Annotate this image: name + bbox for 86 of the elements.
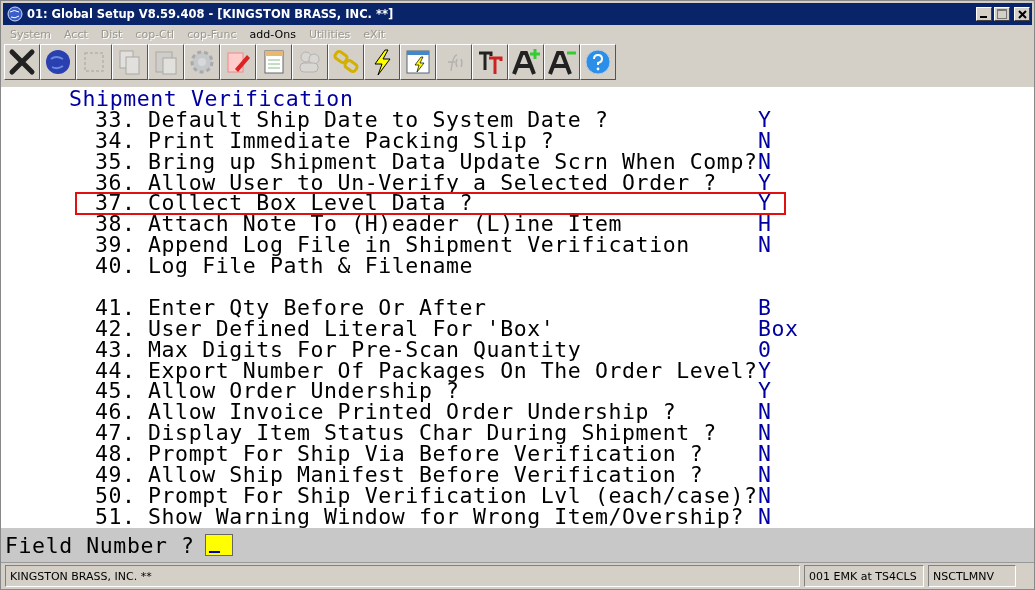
- globe-icon: [7, 6, 23, 22]
- setting-label: Allow User to Un-Verify a Selected Order ?: [148, 172, 717, 194]
- field-number: 34.: [95, 130, 137, 152]
- setting-value: Y: [758, 193, 772, 215]
- window-bolt-icon: [403, 47, 433, 77]
- setting-value: Y: [758, 172, 772, 194]
- toolbar-link-button[interactable]: [328, 44, 364, 80]
- setting-label: Prompt For Ship Verification Lvl (each/case)?: [148, 485, 758, 507]
- setting-value: N: [758, 444, 772, 466]
- field-number: 40.: [95, 256, 137, 278]
- prompt-label: Field Number ?: [5, 532, 195, 558]
- field-number: 47.: [95, 423, 137, 445]
- minimize-button[interactable]: [976, 7, 992, 21]
- field-number: 45.: [95, 381, 137, 403]
- status-panel: 001 EMK at TS4CLS: [804, 565, 924, 587]
- font-bigger-icon: [511, 47, 541, 77]
- field-number: 37.: [95, 193, 137, 215]
- setting-label: Enter Qty Before Or After: [148, 297, 488, 319]
- setting-label: Print Immediate Packing Slip ?: [148, 130, 556, 152]
- toolbar-font-smaller-button[interactable]: [544, 44, 580, 80]
- toolbar-bolt-button[interactable]: [364, 44, 400, 80]
- close-icon: [1017, 9, 1027, 19]
- toolbar-help-button[interactable]: [580, 44, 616, 80]
- toolbar-window-bolt-button[interactable]: [400, 44, 436, 80]
- field-number: 42.: [95, 318, 137, 340]
- field-number: 48.: [95, 444, 137, 466]
- field-number: 51.: [95, 506, 137, 528]
- setting-label: Export Number Of Packages On The Order Level?: [148, 360, 758, 382]
- setting-label: Prompt For Ship Via Before Verification ?: [148, 444, 705, 466]
- field-number: 33.: [95, 109, 136, 131]
- setting-value: Y: [758, 109, 772, 131]
- setting-value: Box: [758, 318, 799, 340]
- close-icon: [7, 47, 37, 77]
- setting-label: Allow Order Undership ?: [148, 381, 460, 403]
- setting-label: Append Log File in Shipment Verification: [148, 235, 691, 257]
- setting-value: H: [758, 214, 772, 236]
- maximize-icon: [997, 9, 1007, 19]
- setting-label: Allow Ship Manifest Before Verification ?: [148, 465, 704, 486]
- close-button[interactable]: [1014, 7, 1030, 21]
- field-number: 44.: [95, 360, 137, 382]
- section-title: Shipment Verification: [68, 89, 355, 110]
- setting-value: N: [758, 130, 772, 152]
- status-panel: NSCTLMNV: [928, 565, 1016, 587]
- field-number: 46.: [95, 402, 137, 424]
- toolbar-close-button[interactable]: [4, 44, 40, 80]
- setting-value: N: [758, 465, 772, 486]
- status-panel: KINGSTON BRASS, INC. **: [5, 565, 800, 587]
- field-number: 50.: [95, 485, 137, 507]
- setting-value: N: [758, 235, 772, 257]
- toolbar-font-button[interactable]: [472, 44, 508, 80]
- setting-value: Y: [758, 360, 772, 382]
- toolbar-font-bigger-button[interactable]: [508, 44, 544, 80]
- setting-label: Show Warning Window for Wrong Item/Overship?: [148, 506, 744, 528]
- field-number: 39.: [95, 235, 137, 257]
- globe-icon: [43, 47, 73, 77]
- setting-value: N: [758, 423, 772, 445]
- field-number: 38.: [95, 214, 137, 236]
- setting-value: N: [758, 506, 772, 528]
- setting-label: Log File Path & Filename: [148, 256, 474, 278]
- field-number: 49.: [95, 465, 137, 486]
- window-title: 01: Global Setup V8.59.408 - [KINGSTON BRASS, INC. **]: [27, 7, 394, 21]
- setting-value: N: [758, 151, 772, 173]
- setting-label: User Defined Literal For 'Box': [148, 318, 556, 340]
- maximize-button[interactable]: [994, 7, 1010, 21]
- field-number: 43.: [95, 339, 137, 361]
- toolbar-edit-button[interactable]: [220, 44, 256, 80]
- toolbar-globe-button[interactable]: [40, 44, 76, 80]
- setting-value: N: [758, 402, 772, 424]
- setting-value: 0: [758, 339, 772, 361]
- setting-label: Default Ship Date to System Date ?: [148, 109, 610, 131]
- help-icon: [583, 47, 613, 77]
- field-number: 36.: [95, 172, 137, 194]
- setting-label: Collect Box Level Data ?: [148, 193, 475, 215]
- field-number: 41.: [95, 297, 137, 319]
- setting-label: Display Item Status Char During Shipment ?: [148, 423, 718, 445]
- setting-value: B: [758, 297, 772, 319]
- setting-label: Attach Note To (H)eader (L)ine Item: [148, 214, 623, 236]
- menu-item[interactable]: add-Ons: [249, 27, 296, 41]
- setting-label: Bring up Shipment Data Update Scrn When Comp?: [148, 151, 758, 173]
- setting-value: N: [758, 485, 772, 507]
- setting-value: Y: [758, 381, 772, 403]
- setting-label: Allow Invoice Printed Order Undership ?: [148, 402, 677, 424]
- setting-label: Max Digits For Pre-Scan Quantity: [148, 339, 583, 361]
- input-field[interactable]: [204, 534, 233, 556]
- field-number: 35.: [95, 151, 137, 173]
- toolbar-notepad-button[interactable]: [256, 44, 292, 80]
